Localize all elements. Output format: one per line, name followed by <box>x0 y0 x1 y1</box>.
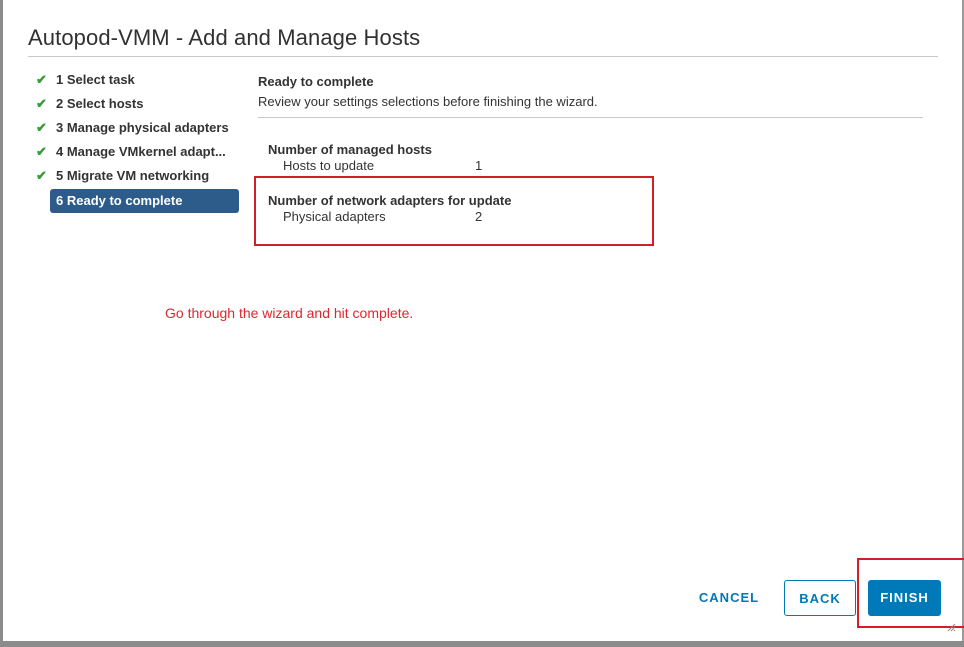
wizard-steps-nav: ✔ 1 Select task ✔ 2 Select hosts ✔ 3 Man… <box>33 69 243 213</box>
step-title: Ready to complete <box>258 74 374 89</box>
highlight-box <box>254 176 654 246</box>
nav-step-label: 5 Migrate VM networking <box>56 168 210 183</box>
nav-step-select-hosts[interactable]: ✔ 2 Select hosts <box>33 93 243 117</box>
highlight-box <box>857 558 964 628</box>
resize-handle-icon[interactable] <box>946 622 956 632</box>
nav-step-label: 1 Select task <box>56 72 135 87</box>
title-divider <box>28 56 938 57</box>
nav-step-label: 3 Manage physical adapters <box>56 120 229 135</box>
check-icon: ✔ <box>36 144 47 159</box>
nav-step-manage-vmkernel-adapters[interactable]: ✔ 4 Manage VMkernel adapt... <box>33 141 243 165</box>
nav-step-select-task[interactable]: ✔ 1 Select task <box>33 69 243 93</box>
cancel-button[interactable]: CANCEL <box>698 580 760 616</box>
content-divider <box>258 117 923 118</box>
nav-step-label: 4 Manage VMkernel adapt... <box>56 144 226 159</box>
section-heading: Number of managed hosts <box>268 142 432 157</box>
summary-row-value: 1 <box>475 158 483 173</box>
dialog-title: Autopod-VMM - Add and Manage Hosts <box>28 25 421 50</box>
summary-section-managed-hosts: Number of managed hosts Hosts to update … <box>268 142 482 175</box>
check-icon: ✔ <box>36 168 47 183</box>
step-content: Ready to complete Review your settings s… <box>258 74 923 118</box>
annotation-text: Go through the wizard and hit complete. <box>165 305 414 321</box>
nav-step-ready-to-complete[interactable]: 6 Ready to complete <box>50 189 239 213</box>
wizard-dialog: Autopod-VMM - Add and Manage Hosts ✔ 1 S… <box>3 0 964 641</box>
check-icon: ✔ <box>36 120 47 135</box>
check-icon: ✔ <box>36 72 47 87</box>
nav-step-label: 6 Ready to complete <box>56 193 183 208</box>
back-button[interactable]: BACK <box>784 580 856 616</box>
nav-step-manage-physical-adapters[interactable]: ✔ 3 Manage physical adapters <box>33 117 243 141</box>
nav-step-migrate-vm-networking[interactable]: ✔ 5 Migrate VM networking <box>33 165 243 189</box>
nav-step-label: 2 Select hosts <box>56 96 144 111</box>
summary-row: Hosts to update 1 <box>268 157 482 175</box>
step-description: Review your settings selections before f… <box>258 94 598 109</box>
check-icon: ✔ <box>36 96 47 111</box>
summary-row-label: Hosts to update <box>283 158 375 173</box>
background-edge <box>0 641 964 647</box>
